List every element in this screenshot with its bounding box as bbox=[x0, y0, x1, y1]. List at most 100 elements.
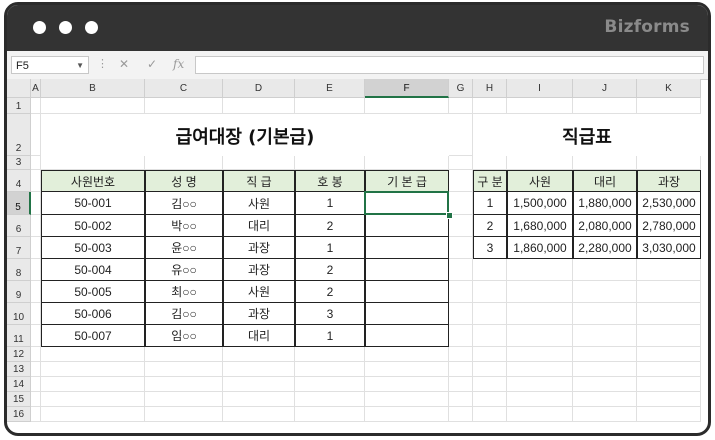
salary-cell[interactable]: 윤○○ bbox=[145, 237, 223, 259]
column-header-K[interactable]: K bbox=[637, 79, 701, 98]
column-header-G[interactable]: G bbox=[449, 79, 473, 98]
row-header-12[interactable]: 12 bbox=[7, 347, 31, 362]
row-header-15[interactable]: 15 bbox=[7, 392, 31, 407]
grade-cell[interactable]: 1,860,000 bbox=[507, 237, 573, 259]
window-close-dot[interactable] bbox=[33, 21, 46, 34]
grade-header-cell: 과장 bbox=[637, 170, 701, 192]
row-header-8[interactable]: 8 bbox=[7, 259, 31, 281]
salary-cell[interactable] bbox=[365, 281, 449, 303]
grade-cell[interactable]: 2,080,000 bbox=[573, 215, 637, 237]
separator-icon: ⋮ bbox=[97, 58, 108, 70]
row-header-3[interactable]: 3 bbox=[7, 156, 31, 170]
brand-logo: Bizforms bbox=[604, 17, 690, 37]
grade-cell[interactable]: 3,030,000 bbox=[637, 237, 701, 259]
column-header-A[interactable]: A bbox=[31, 79, 41, 98]
column-header-J[interactable]: J bbox=[573, 79, 637, 98]
spreadsheet-grid[interactable]: A B C D E F G H I J K 1 2 3 4 5 6 7 8 9 10 11 12 13 14 15 16 급여대장 (… bbox=[7, 79, 708, 433]
salary-cell[interactable]: 1 bbox=[295, 192, 365, 215]
formula-input[interactable] bbox=[195, 56, 704, 74]
gridline-h bbox=[31, 406, 701, 407]
salary-cell[interactable] bbox=[365, 259, 449, 281]
salary-cell[interactable]: 김○○ bbox=[145, 303, 223, 325]
grade-cell[interactable]: 2,280,000 bbox=[573, 237, 637, 259]
salary-header-cell: 직 급 bbox=[223, 170, 295, 192]
row-header-14[interactable]: 14 bbox=[7, 377, 31, 392]
salary-cell[interactable]: 50-004 bbox=[41, 259, 145, 281]
column-header-C[interactable]: C bbox=[145, 79, 223, 98]
grade-cell[interactable]: 1,500,000 bbox=[507, 192, 573, 215]
app-window: Bizforms F5 ▼ ⋮ ✕ ✓ fx ABCDEFGHIJK123456… bbox=[4, 2, 711, 436]
row-header-7[interactable]: 7 bbox=[7, 237, 31, 259]
salary-cell[interactable]: 과장 bbox=[223, 303, 295, 325]
salary-cell[interactable]: 임○○ bbox=[145, 325, 223, 347]
column-header-D[interactable]: D bbox=[223, 79, 295, 98]
grade-cell[interactable]: 2 bbox=[473, 215, 507, 237]
salary-cell[interactable]: 사원 bbox=[223, 281, 295, 303]
grade-cell[interactable]: 2,530,000 bbox=[637, 192, 701, 215]
salary-cell[interactable]: 사원 bbox=[223, 192, 295, 215]
salary-cell[interactable]: 50-006 bbox=[41, 303, 145, 325]
salary-cell[interactable]: 대리 bbox=[223, 325, 295, 347]
gridline-h bbox=[31, 361, 701, 362]
cancel-icon[interactable]: ✕ bbox=[119, 57, 129, 71]
salary-cell[interactable]: 1 bbox=[295, 237, 365, 259]
salary-cell[interactable] bbox=[365, 325, 449, 347]
row-header-4[interactable]: 4 bbox=[7, 170, 31, 192]
column-header-H[interactable]: H bbox=[473, 79, 507, 98]
fill-handle[interactable] bbox=[446, 212, 453, 219]
salary-cell[interactable]: 50-001 bbox=[41, 192, 145, 215]
salary-cell[interactable]: 최○○ bbox=[145, 281, 223, 303]
column-header-F[interactable]: F bbox=[365, 79, 449, 98]
grade-cell[interactable]: 3 bbox=[473, 237, 507, 259]
salary-header-cell: 기 본 급 bbox=[365, 170, 449, 192]
salary-cell[interactable] bbox=[365, 215, 449, 237]
enter-icon[interactable]: ✓ bbox=[147, 57, 157, 71]
salary-cell[interactable] bbox=[365, 237, 449, 259]
row-header-6[interactable]: 6 bbox=[7, 215, 31, 237]
salary-cell[interactable]: 2 bbox=[295, 215, 365, 237]
column-header-E[interactable]: E bbox=[295, 79, 365, 98]
active-cell-selection[interactable] bbox=[364, 191, 449, 215]
chevron-down-icon[interactable]: ▼ bbox=[76, 57, 84, 75]
fx-icon[interactable]: fx bbox=[173, 57, 184, 71]
name-box[interactable]: F5 ▼ bbox=[11, 56, 89, 74]
salary-cell[interactable] bbox=[365, 303, 449, 325]
salary-cell[interactable]: 3 bbox=[295, 303, 365, 325]
row-header-16[interactable]: 16 bbox=[7, 407, 31, 422]
salary-cell[interactable]: 50-002 bbox=[41, 215, 145, 237]
salary-cell[interactable]: 대리 bbox=[223, 215, 295, 237]
row-header-11[interactable]: 11 bbox=[7, 325, 31, 347]
column-header-B[interactable]: B bbox=[41, 79, 145, 98]
salary-cell[interactable]: 과장 bbox=[223, 237, 295, 259]
row-header-9[interactable]: 9 bbox=[7, 281, 31, 303]
salary-cell[interactable]: 50-005 bbox=[41, 281, 145, 303]
grade-cell[interactable]: 1,880,000 bbox=[573, 192, 637, 215]
salary-cell[interactable]: 50-003 bbox=[41, 237, 145, 259]
grade-cell[interactable]: 2,780,000 bbox=[637, 215, 701, 237]
grade-cell[interactable]: 1,680,000 bbox=[507, 215, 573, 237]
window-minimize-dot[interactable] bbox=[59, 21, 72, 34]
grade-header-cell: 대리 bbox=[573, 170, 637, 192]
salary-cell[interactable]: 2 bbox=[295, 259, 365, 281]
salary-cell[interactable]: 박○○ bbox=[145, 215, 223, 237]
row-header-5[interactable]: 5 bbox=[7, 192, 31, 215]
salary-cell[interactable]: 유○○ bbox=[145, 259, 223, 281]
salary-cell[interactable]: 50-007 bbox=[41, 325, 145, 347]
row-header-13[interactable]: 13 bbox=[7, 362, 31, 377]
salary-cell[interactable]: 과장 bbox=[223, 259, 295, 281]
salary-title: 급여대장 (기본급) bbox=[41, 114, 449, 156]
grade-title: 직급표 bbox=[473, 114, 701, 156]
window-maximize-dot[interactable] bbox=[85, 21, 98, 34]
row-header-1[interactable]: 1 bbox=[7, 98, 31, 114]
salary-cell[interactable]: 1 bbox=[295, 325, 365, 347]
column-header-I[interactable]: I bbox=[507, 79, 573, 98]
gridline-h bbox=[31, 391, 701, 392]
salary-header-cell: 성 명 bbox=[145, 170, 223, 192]
salary-cell[interactable]: 2 bbox=[295, 281, 365, 303]
grade-cell[interactable]: 1 bbox=[473, 192, 507, 215]
grade-header-cell: 사원 bbox=[507, 170, 573, 192]
row-header-10[interactable]: 10 bbox=[7, 303, 31, 325]
salary-cell[interactable]: 김○○ bbox=[145, 192, 223, 215]
select-all-corner[interactable] bbox=[7, 79, 31, 98]
row-header-2[interactable]: 2 bbox=[7, 114, 31, 156]
